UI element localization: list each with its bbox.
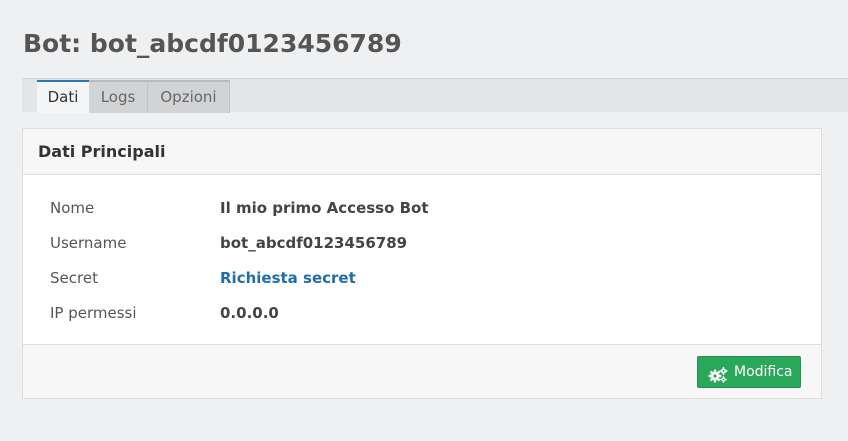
- field-value-username: bot_abcdf0123456789: [220, 234, 408, 252]
- field-value-ip-permessi: 0.0.0.0: [220, 304, 279, 322]
- field-row-nome: Nome Il mio primo Accesso Bot: [23, 196, 821, 220]
- field-row-username: Username bot_abcdf0123456789: [23, 231, 821, 255]
- field-row-ip-permessi: IP permessi 0.0.0.0: [23, 301, 821, 325]
- field-row-secret: Secret Richiesta secret: [23, 266, 821, 290]
- tab-logs[interactable]: Logs: [89, 80, 148, 113]
- tab-bar: Dati Logs Opzioni: [22, 78, 848, 113]
- field-label-nome: Nome: [50, 199, 95, 217]
- tab-opzioni[interactable]: Opzioni: [148, 80, 230, 113]
- edit-button-label: Modifica: [734, 364, 793, 380]
- main-data-panel: Dati Principali Nome Il mio primo Access…: [22, 128, 822, 399]
- panel-footer: Modifica: [23, 344, 821, 398]
- field-label-secret: Secret: [50, 269, 98, 287]
- edit-button[interactable]: Modifica: [697, 356, 801, 388]
- page-title: Bot: bot_abcdf0123456789: [23, 29, 402, 58]
- tab-dati[interactable]: Dati: [37, 80, 89, 113]
- field-value-nome: Il mio primo Accesso Bot: [220, 199, 429, 217]
- field-label-ip-permessi: IP permessi: [50, 304, 137, 322]
- gears-icon: [708, 364, 728, 383]
- request-secret-link[interactable]: Richiesta secret: [220, 266, 356, 290]
- panel-header: Dati Principali: [23, 129, 821, 175]
- panel-title: Dati Principali: [38, 142, 166, 161]
- field-label-username: Username: [50, 234, 127, 252]
